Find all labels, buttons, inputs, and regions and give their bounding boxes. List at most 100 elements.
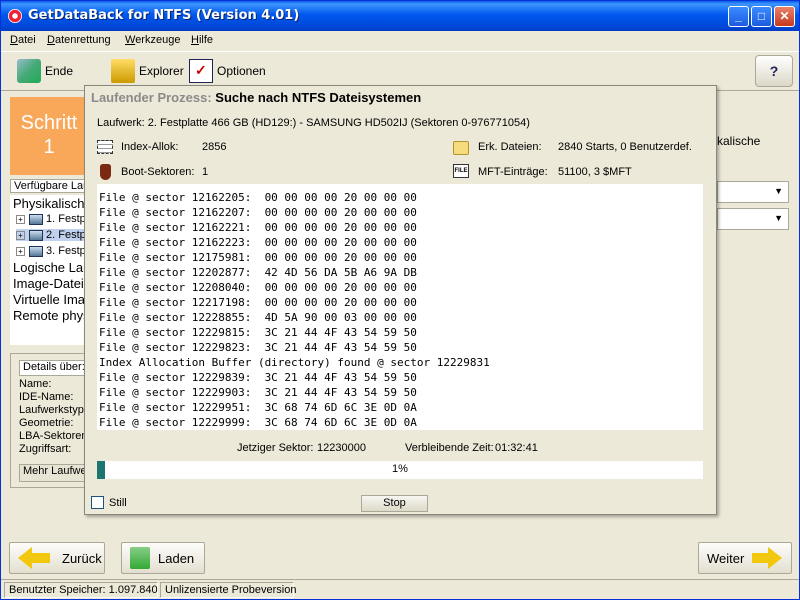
- back-button[interactable]: Zurück: [9, 542, 105, 574]
- exit-label: Ende: [45, 64, 74, 78]
- menu-bar: Datei Datenrettung Werkzeuge Hilfe: [1, 31, 799, 51]
- progress-bar: 1%: [97, 461, 703, 479]
- drive-info: Laufwerk: 2. Festplatte 466 GB (HD129:) …: [97, 117, 530, 129]
- exit-door-icon: [17, 59, 41, 83]
- more-drives-button[interactable]: Mehr Laufwerke: [19, 464, 93, 482]
- mft-entries-label: MFT-Einträge:: [478, 166, 548, 178]
- load-button[interactable]: Laden: [121, 542, 205, 574]
- explorer-label: Explorer: [139, 64, 184, 78]
- drive-tree: Physikalische Laufwerke +1. Festplatte +…: [10, 195, 90, 345]
- still-checkbox[interactable]: [91, 496, 104, 509]
- still-option[interactable]: Still: [91, 496, 127, 509]
- hard-disk-icon: [29, 213, 43, 225]
- menu-datei[interactable]: Datei: [10, 34, 36, 46]
- step-number: 1: [43, 136, 55, 158]
- boot-sectors-value: 1: [202, 166, 209, 178]
- index-alloc-label: Index-Allok:: [121, 141, 179, 153]
- right-dropdown-2[interactable]: ▼: [717, 208, 789, 230]
- tree-disk-2[interactable]: +2. Festplatte: [16, 229, 90, 241]
- mft-entries-value: 51100, 3 $MFT: [558, 166, 632, 178]
- process-dialog: Laufender Prozess: Suche nach NTFS Datei…: [84, 85, 717, 515]
- step-indicator: Schritt 1: [10, 97, 88, 175]
- stop-button[interactable]: Stop: [361, 495, 428, 512]
- process-label: Laufender Prozess:: [91, 90, 212, 105]
- arrow-left-icon: [18, 547, 50, 569]
- log-line: File @ sector 12162205: 00 00 00 00 20 0…: [99, 191, 417, 204]
- step-label: Schritt: [20, 112, 78, 134]
- menu-werkzeuge[interactable]: Werkzeuge: [125, 34, 180, 46]
- detail-lba-sectors: LBA-Sektoren:: [19, 430, 91, 442]
- back-label: Zurück: [62, 550, 102, 566]
- found-files-value: 2840 Starts, 0 Benutzerdef.: [558, 141, 692, 153]
- detail-access-type: Zugriffsart:: [19, 443, 72, 455]
- app-lifebuoy-icon[interactable]: [8, 9, 22, 23]
- menu-hilfe[interactable]: Hilfe: [191, 34, 213, 46]
- options-label: Optionen: [217, 64, 266, 78]
- tree-physical-drives[interactable]: Physikalische Laufwerke: [13, 196, 90, 211]
- log-line: File @ sector 12229951: 3C 68 74 6D 6C 3…: [99, 401, 417, 414]
- memory-status: Benutzter Speicher: 1.097.840: [4, 582, 158, 598]
- exit-button[interactable]: Ende: [13, 56, 77, 86]
- detail-geometry: Geometrie:: [19, 417, 74, 429]
- still-label: Still: [109, 496, 127, 509]
- close-button[interactable]: ✕: [774, 6, 795, 27]
- details-header: Details über:: [19, 360, 93, 376]
- expand-icon[interactable]: +: [16, 214, 25, 224]
- right-dropdown-1[interactable]: ▼: [717, 181, 789, 203]
- menu-datenrettung[interactable]: Datenrettung: [47, 34, 111, 46]
- dropdown-arrow-icon: ▼: [774, 186, 783, 196]
- tree-disk-3[interactable]: +3. Festplatte: [16, 245, 90, 257]
- tree-remote-physical[interactable]: Remote physikalisch: [13, 308, 90, 323]
- explorer-icon: [111, 59, 135, 83]
- log-line: File @ sector 12229999: 3C 68 74 6D 6C 3…: [99, 416, 417, 429]
- minimize-button[interactable]: _: [728, 6, 749, 27]
- detail-drive-type: Laufwerkstyp:: [19, 404, 87, 416]
- log-line: File @ sector 12208040: 00 00 00 00 20 0…: [99, 281, 417, 294]
- title-bar: GetDataBack for NTFS (Version 4.01) _ □ …: [1, 1, 799, 31]
- explorer-button[interactable]: Explorer: [107, 56, 188, 86]
- tree-virtual-images[interactable]: Virtuelle Images: [13, 292, 90, 307]
- help-button[interactable]: ?: [755, 55, 793, 87]
- expand-icon[interactable]: +: [16, 246, 25, 256]
- current-sector-label: Jetziger Sektor:: [237, 442, 314, 454]
- log-line: File @ sector 12162221: 00 00 00 00 20 0…: [99, 221, 417, 234]
- arrow-right-icon: [752, 546, 783, 570]
- window-title: GetDataBack for NTFS (Version 4.01): [28, 8, 300, 23]
- download-icon: [130, 547, 150, 569]
- next-button[interactable]: Weiter: [698, 542, 792, 574]
- detail-name: Name:: [19, 378, 52, 390]
- dropdown-arrow-icon: ▼: [774, 213, 783, 223]
- log-line: File @ sector 12162223: 00 00 00 00 20 0…: [99, 236, 417, 249]
- options-button[interactable]: Optionen: [185, 56, 270, 86]
- maximize-button[interactable]: □: [751, 6, 772, 27]
- tree-disk-1[interactable]: +1. Festplatte: [16, 213, 90, 225]
- process-name: Suche nach NTFS Dateisystemen: [215, 90, 422, 105]
- index-alloc-value: 2856: [202, 141, 227, 153]
- log-line: File @ sector 12162207: 00 00 00 00 20 0…: [99, 206, 417, 219]
- log-line: File @ sector 12229839: 3C 21 44 4F 43 5…: [99, 371, 417, 384]
- options-checklist-icon: [189, 59, 213, 83]
- license-status: Unlizensierte Probeversion: [160, 582, 296, 598]
- remaining-time-value: 01:32:41: [495, 442, 538, 454]
- log-line: Index Allocation Buffer (directory) foun…: [99, 356, 490, 369]
- current-sector-value: 12230000: [317, 442, 366, 454]
- tree-logical-drives[interactable]: Logische Laufwerke: [13, 260, 90, 275]
- log-line: File @ sector 12202877: 42 4D 56 DA 5B A…: [99, 266, 417, 279]
- load-label: Laden: [158, 550, 195, 566]
- details-panel: Details über: Name: IDE-Name: Laufwerkst…: [10, 353, 93, 488]
- log-line: File @ sector 12175981: 00 00 00 00 20 0…: [99, 251, 417, 264]
- scan-log[interactable]: File @ sector 12162205: 00 00 00 00 20 0…: [97, 184, 703, 430]
- remaining-time-label: Verbleibende Zeit:: [405, 442, 494, 454]
- expand-icon[interactable]: +: [16, 230, 25, 240]
- tree-image-files[interactable]: Image-Dateien: [13, 276, 90, 291]
- folder-icon: [453, 141, 469, 155]
- status-bar: Benutzter Speicher: 1.097.840 Unlizensie…: [1, 579, 799, 599]
- log-line: File @ sector 12228855: 4D 5A 90 00 03 0…: [99, 311, 417, 324]
- hard-disk-icon: [29, 245, 43, 257]
- progress-percent: 1%: [392, 463, 408, 475]
- boot-icon: [100, 164, 111, 180]
- right-panel-text: kalische: [717, 134, 761, 148]
- log-line: File @ sector 12217198: 00 00 00 00 20 0…: [99, 296, 417, 309]
- file-icon: FILE: [453, 164, 469, 178]
- dialog-title: Laufender Prozess: Suche nach NTFS Datei…: [91, 90, 421, 105]
